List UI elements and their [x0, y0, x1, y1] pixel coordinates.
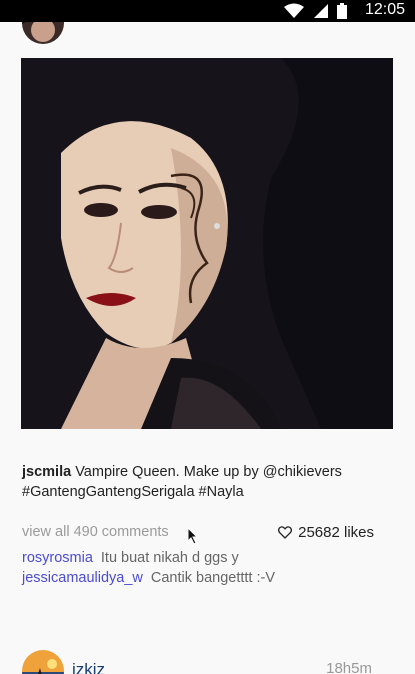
- status-time: 12:05: [364, 1, 405, 18]
- caption-username[interactable]: jscmila: [22, 464, 71, 480]
- mouse-cursor-icon: [187, 527, 199, 545]
- post-caption: jscmila Vampire Queen. Make up by @chiki…: [22, 462, 397, 502]
- avatar[interactable]: [22, 650, 64, 674]
- signal-icon: [314, 4, 328, 18]
- post-time: 18h5m: [326, 660, 372, 674]
- post-photo[interactable]: [21, 58, 393, 429]
- status-bar: 12:05: [0, 0, 415, 22]
- avatar[interactable]: [22, 22, 64, 44]
- view-all-comments-link[interactable]: view all 490 comments: [22, 524, 169, 540]
- comment-item: rosyrosmia Itu buat nikah d ggs y: [22, 550, 239, 566]
- comment-text: Cantik bangetttt :-V: [150, 570, 276, 586]
- likes-button[interactable]: 25682 likes: [278, 524, 374, 541]
- status-icons: [283, 3, 347, 19]
- battery-icon: [337, 3, 347, 19]
- post-username[interactable]: izkiz: [72, 660, 105, 674]
- portrait-image: [21, 58, 393, 429]
- feed[interactable]: jscmila 19h15m: [0, 22, 415, 674]
- comment-item: jessicamaulidya_w Cantik bangetttt :-V: [22, 570, 275, 586]
- wifi-icon: [284, 3, 304, 18]
- screen: 12:05 jscmila 19h15m: [0, 0, 415, 674]
- likes-count: 25682 likes: [298, 524, 374, 541]
- comment-text: Itu buat nikah d ggs y: [100, 550, 239, 566]
- post-header: izkiz 18h5m: [22, 650, 372, 674]
- comment-username[interactable]: rosyrosmia: [22, 550, 93, 566]
- comment-username[interactable]: jessicamaulidya_w: [22, 570, 143, 586]
- heart-icon: [278, 526, 293, 539]
- post-header: jscmila 19h15m: [22, 22, 382, 44]
